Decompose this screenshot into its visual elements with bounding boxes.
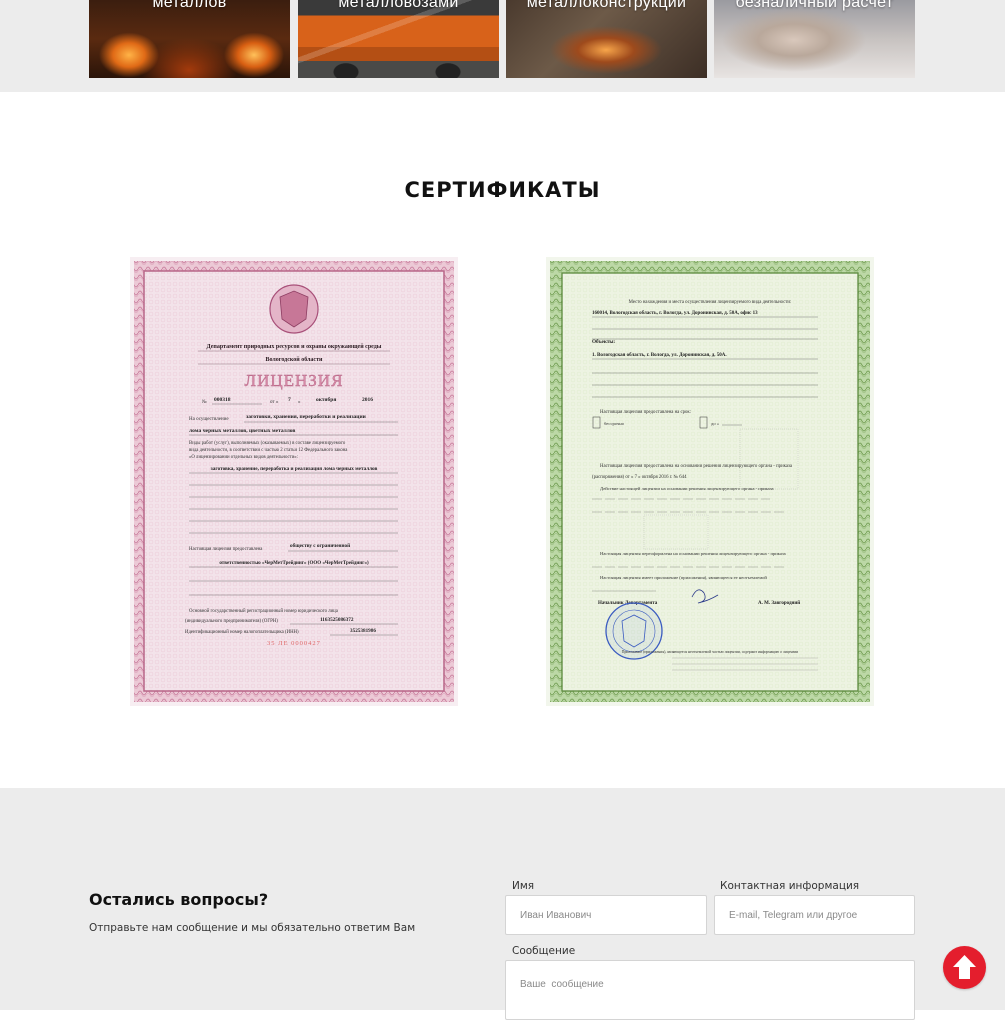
license-address: 160014, Вологодская область, г. Вологда,…: [592, 311, 758, 316]
license-inn-label: Идентификационный номер налогоплательщик…: [185, 630, 299, 635]
license-works-title: Виды работ (услуг), выполняемых (оказыва…: [189, 441, 346, 446]
license-activity-intro: На осуществление: [189, 417, 229, 422]
license-basis: Настоящая лицензия предоставлена на осно…: [600, 464, 793, 469]
license-number: 000318: [214, 397, 231, 403]
contact-title: Остались вопросы?: [89, 890, 269, 909]
certificate-license-front[interactable]: Департамент природных ресурсов и охраны …: [130, 257, 458, 706]
license-region: Вологодской области: [265, 356, 323, 363]
license-month: октября: [316, 396, 336, 403]
contact-section: Остались вопросы? Отправьте нам сообщени…: [0, 788, 1005, 1020]
contact-info-input[interactable]: [714, 895, 915, 935]
arrow-up-icon: [953, 955, 976, 979]
license-granted-to-2: ответственностью «ЧерМетТрейдинг» (ООО «…: [219, 561, 369, 566]
license-term-until: до «: [711, 421, 720, 426]
service-caption: безналичный расчет: [735, 0, 894, 11]
svg-text:от «: от «: [270, 400, 279, 405]
license-works-title-2: вида деятельности, в соответствии с част…: [189, 448, 348, 453]
service-caption: металловозами: [338, 0, 459, 11]
services-strip: металлов металловозами металлоконструкци…: [0, 0, 1005, 92]
name-input[interactable]: [505, 895, 707, 935]
license-term-label: Настоящая лицензия предоставлена на срок…: [600, 410, 691, 415]
service-card-trucks[interactable]: металловозами: [298, 0, 499, 78]
certificate-license-back[interactable]: Место нахождения и места осуществления л…: [546, 257, 874, 706]
license-ogrn-label-2: (индивидуального предпринимателя) (ОГРН): [185, 619, 278, 624]
license-day: 7: [288, 397, 291, 403]
license-granted-to: обществу с ограниченной: [290, 542, 350, 549]
license-activity-2: лома черных металлов, цветных металлов: [189, 428, 295, 434]
service-caption: металлов: [152, 0, 227, 11]
license-ogrn: 1163525086372: [320, 617, 354, 623]
license-reissued: Настоящая лицензия переоформлена на осно…: [600, 551, 786, 556]
service-caption: металлоконструкции: [526, 0, 687, 11]
license-header: Департамент природных ресурсов и охраны …: [207, 343, 382, 350]
license-works: заготовка, хранение, переработка и реали…: [211, 465, 378, 472]
license-back-document-image: Место нахождения и места осуществления л…: [546, 257, 874, 706]
license-activity: заготовки, хранения, переработки и реали…: [246, 413, 367, 420]
certificates-title: СЕРТИФИКАТЫ: [404, 178, 601, 202]
license-term: бессрочно: [604, 421, 625, 426]
message-input[interactable]: [505, 960, 915, 1020]
license-basis-2: (распоряжения) от « 7 » октября 2016 г. …: [592, 474, 687, 480]
license-inn: 3525381986: [350, 628, 376, 634]
license-year: 2016: [362, 397, 373, 403]
license-ogrn-label: Основной государственный регистрационный…: [189, 609, 339, 614]
license-extended: Действие настоящей лицензии на основании…: [600, 486, 774, 491]
license-granted-label: Настоящая лицензия предоставлена: [189, 547, 263, 552]
license-chief-name: А. М. Завгородний: [758, 601, 800, 606]
svg-text:№: №: [202, 399, 207, 405]
scroll-to-top-button[interactable]: [943, 946, 986, 989]
license-object: 1. Вологодская область, г. Вологда, ул. …: [592, 353, 727, 358]
license-document-image: Департамент природных ресурсов и охраны …: [130, 257, 458, 706]
license-works-title-3: «О лицензировании отдельных видов деятел…: [189, 455, 298, 460]
contact-subtitle: Отправьте нам сообщение и мы обязательно…: [89, 922, 416, 934]
name-label: Имя: [512, 880, 535, 892]
license-place-label: Место нахождения и места осуществления л…: [629, 300, 792, 305]
contact-info-label: Контактная информация: [720, 880, 860, 892]
message-label: Сообщение: [512, 945, 576, 957]
license-objects-label: Объекты:: [592, 338, 615, 345]
service-card-payment[interactable]: безналичный расчет: [714, 0, 915, 78]
service-card-metals[interactable]: металлов: [89, 0, 290, 78]
license-serial: 35 ЛЕ 0000427: [267, 640, 321, 647]
license-heading: ЛИЦЕНЗИЯ: [245, 371, 344, 390]
service-card-constructions[interactable]: металлоконструкции: [506, 0, 707, 78]
